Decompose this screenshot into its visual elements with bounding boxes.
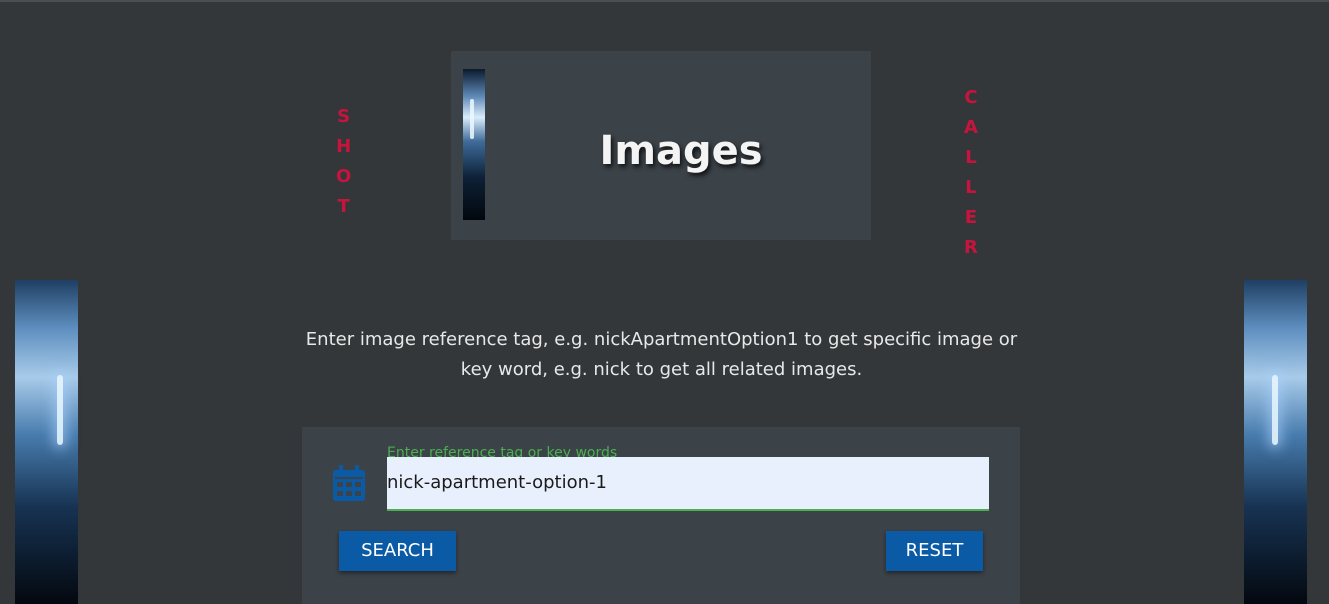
shot-letter: H — [336, 136, 352, 157]
caller-letter: R — [964, 237, 978, 258]
caller-letter: L — [965, 147, 977, 168]
shot-letter: T — [337, 196, 350, 217]
top-border — [0, 0, 1329, 2]
caller-vertical-text: C A L L E R — [964, 83, 978, 263]
caller-letter: L — [965, 177, 977, 198]
instructions-line: key word, e.g. nick to get all related i… — [460, 359, 863, 380]
search-card: Enter reference tag or key words SEARCH … — [302, 427, 1020, 604]
left-decorative-image — [15, 280, 78, 604]
shot-vertical-text: S H O T — [336, 102, 351, 222]
instructions-text: Enter image reference tag, e.g. nickApar… — [300, 325, 1023, 385]
right-decorative-image — [1244, 280, 1307, 604]
page-title: Images — [599, 128, 763, 174]
caller-letter: E — [964, 207, 978, 228]
caller-letter: A — [964, 117, 978, 138]
light-glow — [57, 375, 63, 445]
shot-letter: O — [336, 166, 352, 187]
reset-button[interactable]: RESET — [886, 531, 983, 571]
header-card: Images — [451, 51, 871, 240]
instructions-line: Enter image reference tag, e.g. nickApar… — [305, 329, 1018, 350]
light-glow — [1272, 375, 1278, 445]
search-button[interactable]: SEARCH — [339, 531, 456, 571]
caller-letter: C — [964, 87, 978, 108]
calendar-icon — [332, 464, 366, 502]
search-input[interactable] — [387, 457, 989, 511]
shot-letter: S — [337, 106, 351, 127]
